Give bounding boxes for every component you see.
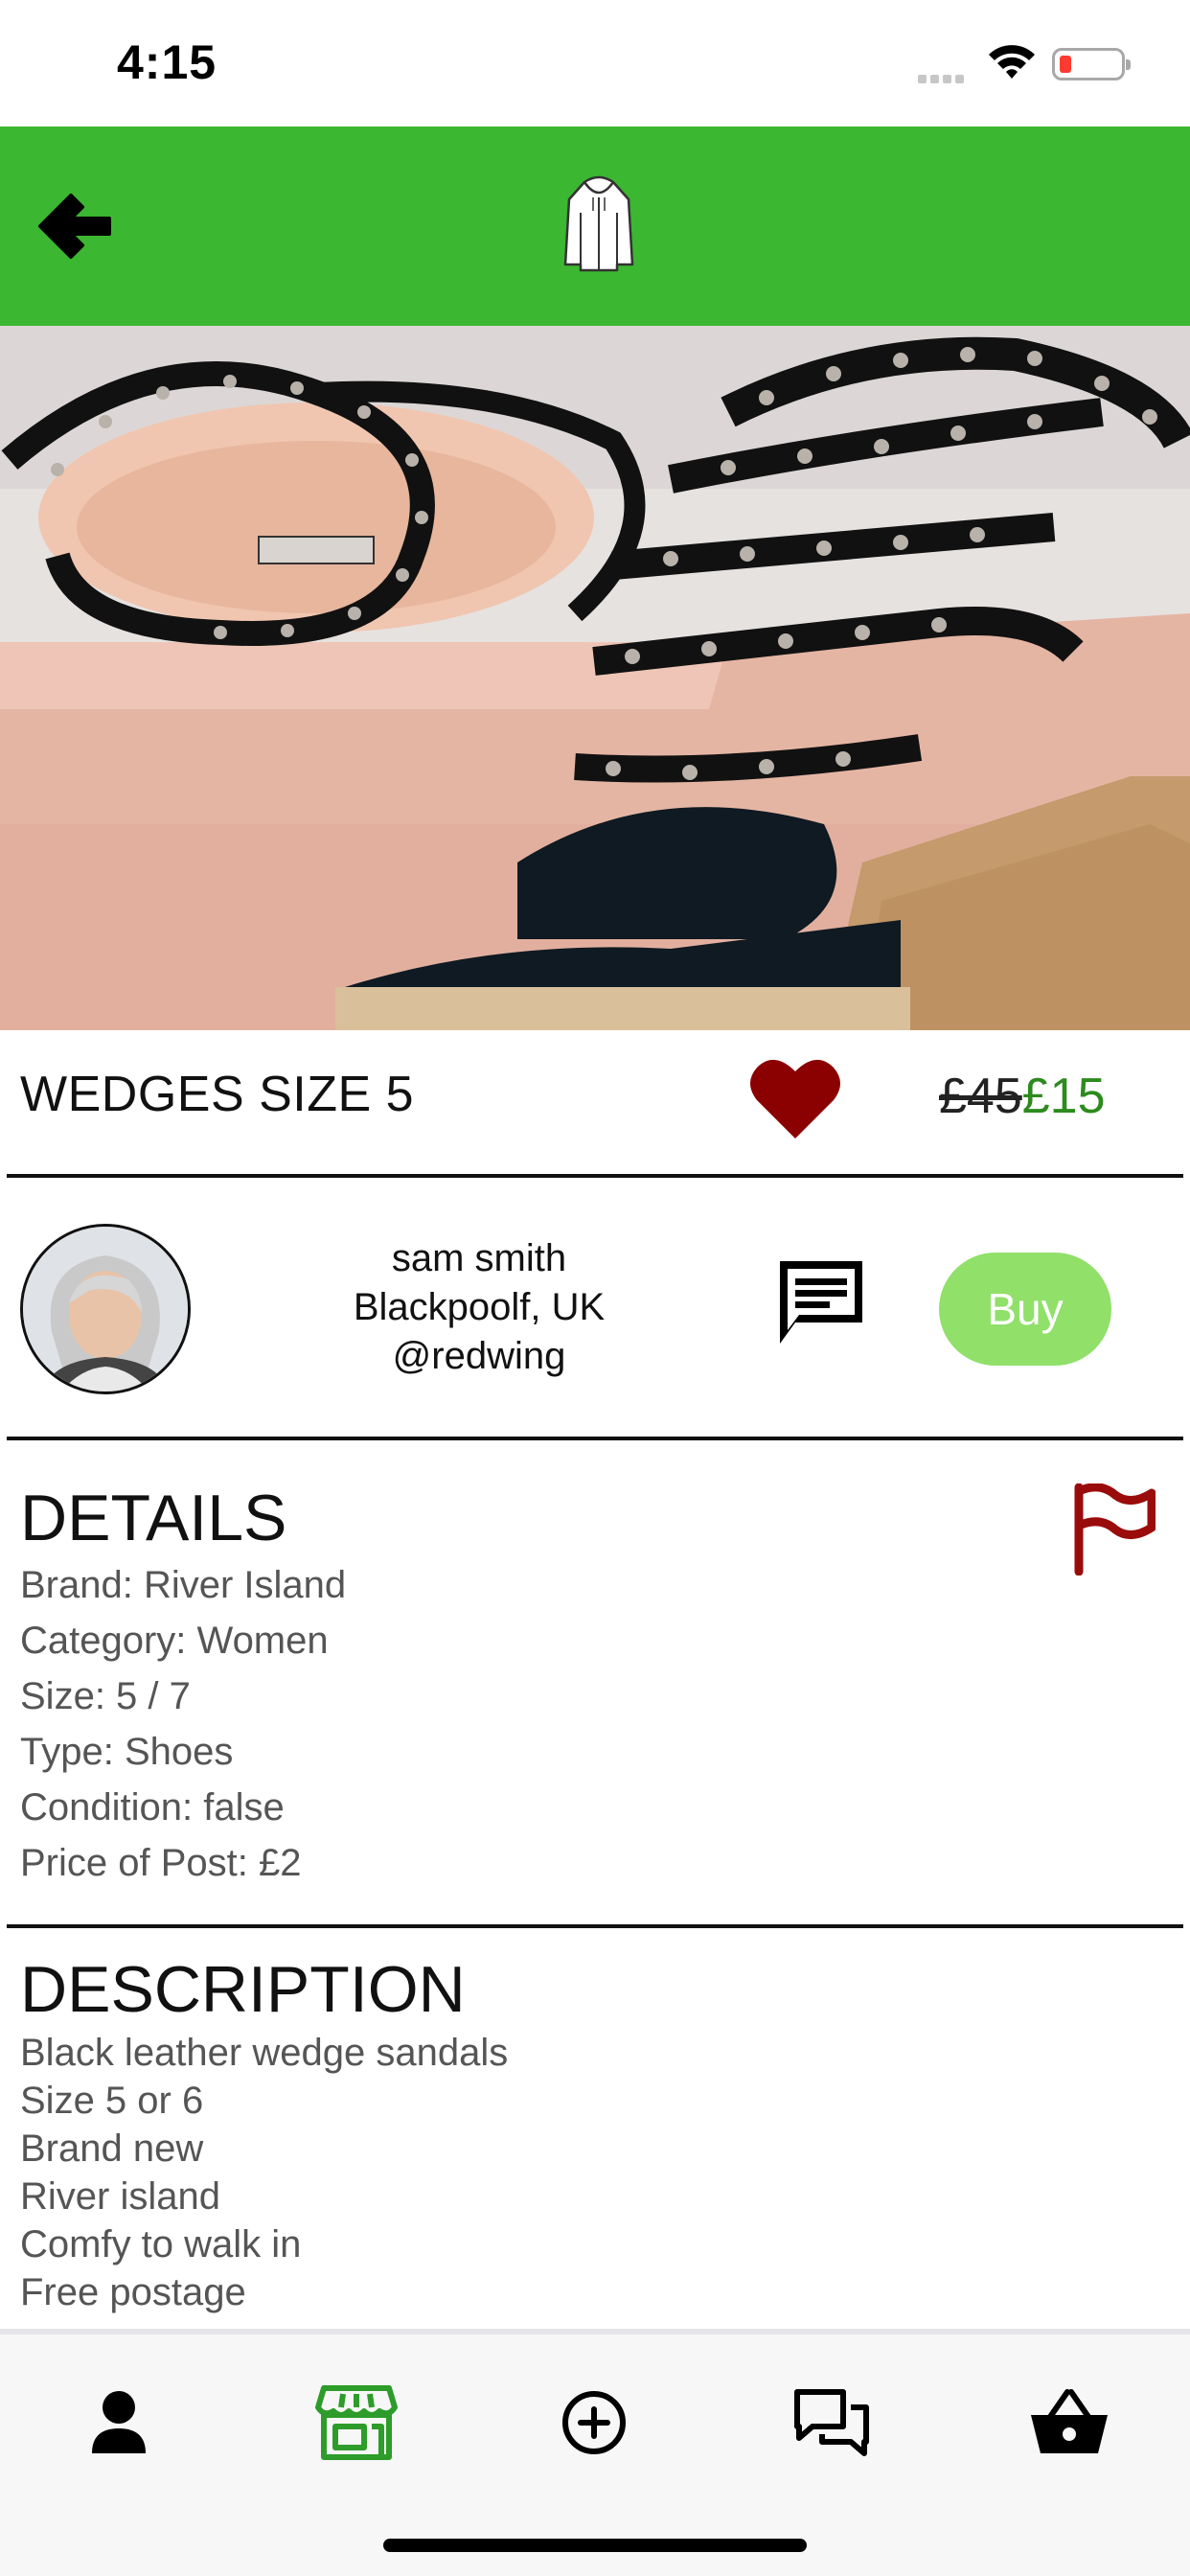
battery-icon xyxy=(1052,48,1131,80)
sale-price: £15 xyxy=(1021,1069,1106,1124)
detail-postage-price: Price of Post: £2 xyxy=(20,1842,302,1884)
description-line: Free postage xyxy=(20,2271,246,2313)
shop-icon xyxy=(315,2385,398,2460)
seller-location: Blackpoolf, UK xyxy=(353,1286,606,1328)
description-line: Comfy to walk in xyxy=(20,2223,302,2266)
detail-category: Category: Women xyxy=(20,1620,329,1662)
add-circle-icon xyxy=(562,2391,626,2454)
details-list: Brand: River Island Category: Women Size… xyxy=(20,1557,346,1891)
details-heading: DETAILS xyxy=(20,1482,287,1554)
seller-handle[interactable]: @redwing xyxy=(287,1332,671,1381)
detail-brand: Brand: River Island xyxy=(20,1564,347,1606)
avatar-image xyxy=(23,1227,188,1392)
divider xyxy=(7,1174,1183,1178)
product-photo[interactable] xyxy=(0,326,1190,1030)
wedge-sandals-image xyxy=(0,326,1190,1030)
cellular-signal-icon xyxy=(918,71,968,88)
person-icon xyxy=(92,2391,146,2453)
detail-type: Type: Shoes xyxy=(20,1731,234,1773)
seller-name[interactable]: sam smith xyxy=(287,1234,671,1283)
product-title: WEDGES SIZE 5 xyxy=(20,1067,415,1122)
hoodie-logo-icon xyxy=(563,175,634,272)
seller-info: sam smith Blackpoolf, UK @redwing xyxy=(287,1234,671,1381)
original-price: £45 xyxy=(939,1069,1022,1124)
detail-size: Size: 5 / 7 xyxy=(20,1675,191,1717)
home-indicator xyxy=(383,2539,807,2552)
buy-button[interactable]: Buy xyxy=(939,1253,1111,1366)
tab-basket[interactable] xyxy=(1021,2375,1117,2471)
divider xyxy=(7,1437,1183,1440)
divider xyxy=(7,1924,1183,1928)
description-heading: DESCRIPTION xyxy=(20,1953,466,2026)
seller-avatar[interactable] xyxy=(20,1224,191,1394)
description-line: Size 5 or 6 xyxy=(20,2080,204,2122)
tab-shop[interactable] xyxy=(309,2375,404,2471)
back-arrow-icon[interactable] xyxy=(29,180,121,272)
tab-add-listing[interactable] xyxy=(546,2375,642,2471)
wifi-icon xyxy=(989,45,1035,79)
price-row: £45£15 xyxy=(939,1068,1106,1125)
description-line: Black leather wedge sandals xyxy=(20,2032,509,2074)
heart-icon[interactable] xyxy=(747,1054,843,1142)
status-time: 4:15 xyxy=(117,35,217,89)
report-flag-icon[interactable] xyxy=(1071,1484,1156,1576)
description-line: River island xyxy=(20,2175,220,2218)
tab-messages[interactable] xyxy=(784,2375,880,2471)
detail-condition: Condition: false xyxy=(20,1786,285,1828)
message-icon[interactable] xyxy=(774,1255,868,1349)
tab-profile[interactable] xyxy=(71,2375,167,2471)
basket-icon xyxy=(1031,2389,1108,2453)
chat-icon xyxy=(794,2389,869,2456)
description-line: Brand new xyxy=(20,2128,204,2170)
description-text: Black leather wedge sandals Size 5 or 6 … xyxy=(20,2029,508,2316)
